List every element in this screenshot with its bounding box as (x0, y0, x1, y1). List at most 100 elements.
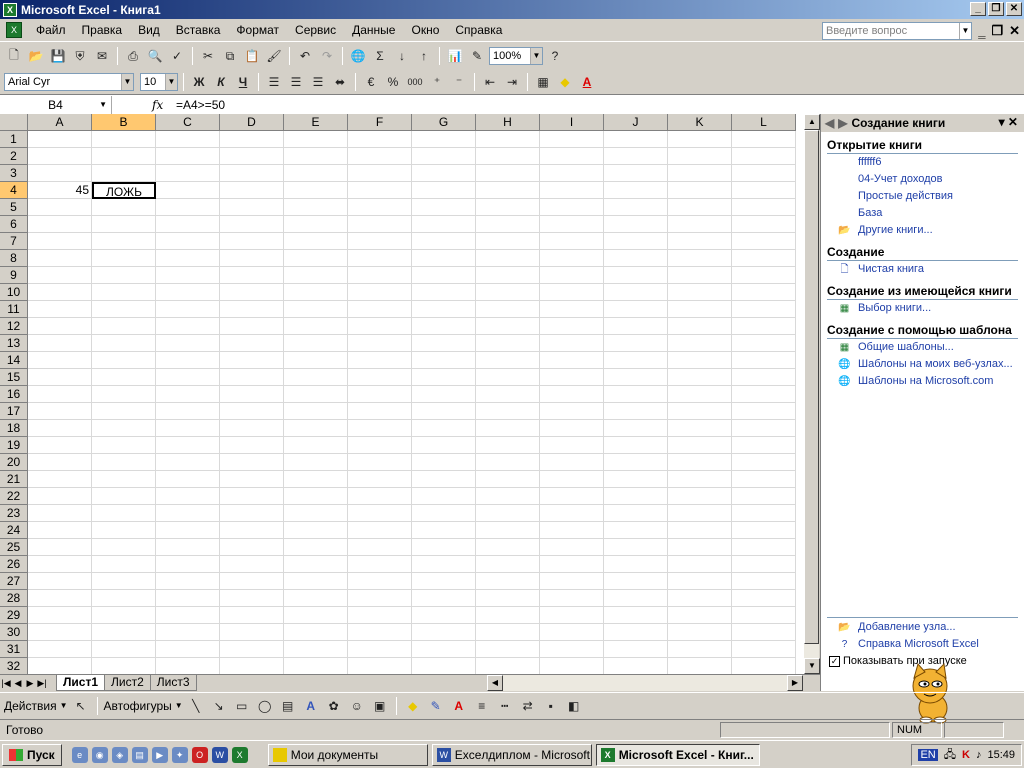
other-books-link[interactable]: 📂 Другие книги... (821, 222, 1024, 239)
cell-K32[interactable] (668, 658, 732, 674)
cell-H7[interactable] (476, 233, 540, 250)
cell-I1[interactable] (540, 131, 604, 148)
cell-G14[interactable] (412, 352, 476, 369)
cell-I10[interactable] (540, 284, 604, 301)
sort-desc-icon[interactable]: ↑ (414, 46, 434, 66)
increase-decimal-icon[interactable]: ⁺ (427, 72, 447, 92)
open-icon[interactable]: 📂 (26, 46, 46, 66)
cell-G22[interactable] (412, 488, 476, 505)
cell-K17[interactable] (668, 403, 732, 420)
cell-E15[interactable] (284, 369, 348, 386)
cell-I7[interactable] (540, 233, 604, 250)
cell-B8[interactable] (92, 250, 156, 267)
horizontal-scrollbar[interactable]: ◀ ▶ (487, 675, 803, 691)
cell-C29[interactable] (156, 607, 220, 624)
cell-B29[interactable] (92, 607, 156, 624)
cell-J32[interactable] (604, 658, 668, 674)
cell-G10[interactable] (412, 284, 476, 301)
cell-C14[interactable] (156, 352, 220, 369)
cell-A21[interactable] (28, 471, 92, 488)
cell-E19[interactable] (284, 437, 348, 454)
cell-L18[interactable] (732, 420, 796, 437)
cell-D16[interactable] (220, 386, 284, 403)
chevron-down-icon[interactable]: ▼ (175, 701, 183, 710)
vertical-scrollbar[interactable]: ▲ ▼ (803, 114, 820, 674)
cell-B19[interactable] (92, 437, 156, 454)
cell-K26[interactable] (668, 556, 732, 573)
column-header-H[interactable]: H (476, 114, 540, 131)
autoshapes-menu[interactable]: Автофигуры (104, 699, 172, 713)
cell-K1[interactable] (668, 131, 732, 148)
cell-F2[interactable] (348, 148, 412, 165)
print-icon[interactable]: ⎙ (123, 46, 143, 66)
cell-L11[interactable] (732, 301, 796, 318)
cell-G23[interactable] (412, 505, 476, 522)
line-icon[interactable]: ╲ (186, 696, 206, 716)
cell-G13[interactable] (412, 335, 476, 352)
cell-D20[interactable] (220, 454, 284, 471)
cell-E27[interactable] (284, 573, 348, 590)
cell-L20[interactable] (732, 454, 796, 471)
paste-icon[interactable]: 📋 (242, 46, 262, 66)
cell-A8[interactable] (28, 250, 92, 267)
recent-file-2[interactable]: 04-Учет доходов (821, 171, 1024, 188)
align-left-icon[interactable]: ☰ (264, 72, 284, 92)
row-header-20[interactable]: 20 (0, 454, 28, 471)
opera-icon[interactable]: O (191, 746, 208, 763)
cell-I24[interactable] (540, 522, 604, 539)
row-header-14[interactable]: 14 (0, 352, 28, 369)
cell-F5[interactable] (348, 199, 412, 216)
taskbar-excel[interactable]: X Microsoft Excel - Книг... (595, 743, 760, 766)
cell-D32[interactable] (220, 658, 284, 674)
cell-H21[interactable] (476, 471, 540, 488)
scroll-right-icon[interactable]: ▶ (787, 675, 803, 691)
cell-A28[interactable] (28, 590, 92, 607)
cell-D13[interactable] (220, 335, 284, 352)
row-header-15[interactable]: 15 (0, 369, 28, 386)
excel-app-icon[interactable]: X (3, 2, 17, 17)
cell-I8[interactable] (540, 250, 604, 267)
menu-format[interactable]: Формат (228, 23, 287, 37)
cell-H32[interactable] (476, 658, 540, 674)
cell-A30[interactable] (28, 624, 92, 641)
cell-H10[interactable] (476, 284, 540, 301)
document-icon[interactable]: ▤ (131, 746, 148, 763)
cell-E26[interactable] (284, 556, 348, 573)
cell-B10[interactable] (92, 284, 156, 301)
cell-I11[interactable] (540, 301, 604, 318)
row-header-32[interactable]: 32 (0, 658, 28, 674)
cell-I15[interactable] (540, 369, 604, 386)
cell-E21[interactable] (284, 471, 348, 488)
cell-D14[interactable] (220, 352, 284, 369)
cell-A5[interactable] (28, 199, 92, 216)
font-select[interactable]: Arial Cyr ▼ (4, 73, 134, 91)
cell-F3[interactable] (348, 165, 412, 182)
cell-J25[interactable] (604, 539, 668, 556)
row-header-12[interactable]: 12 (0, 318, 28, 335)
cell-A6[interactable] (28, 216, 92, 233)
cell-A22[interactable] (28, 488, 92, 505)
cell-F18[interactable] (348, 420, 412, 437)
cell-H18[interactable] (476, 420, 540, 437)
row-header-19[interactable]: 19 (0, 437, 28, 454)
close-button[interactable]: ✕ (1006, 2, 1022, 16)
cell-A3[interactable] (28, 165, 92, 182)
cell-G26[interactable] (412, 556, 476, 573)
explorer-icon[interactable]: ◈ (111, 746, 128, 763)
cell-E2[interactable] (284, 148, 348, 165)
row-header-21[interactable]: 21 (0, 471, 28, 488)
cell-I26[interactable] (540, 556, 604, 573)
menu-help[interactable]: Справка (447, 23, 510, 37)
cell-B18[interactable] (92, 420, 156, 437)
chevron-down-icon[interactable]: ▼ (165, 74, 177, 90)
scroll-down-icon[interactable]: ▼ (804, 658, 820, 674)
save-icon[interactable]: 💾 (48, 46, 68, 66)
cell-D6[interactable] (220, 216, 284, 233)
row-header-7[interactable]: 7 (0, 233, 28, 250)
cell-I13[interactable] (540, 335, 604, 352)
add-node-link[interactable]: 📂 Добавление узла... (821, 619, 1024, 636)
cell-L10[interactable] (732, 284, 796, 301)
spelling-icon[interactable]: ✓ (167, 46, 187, 66)
font-color-icon[interactable]: A (449, 696, 469, 716)
cell-L5[interactable] (732, 199, 796, 216)
